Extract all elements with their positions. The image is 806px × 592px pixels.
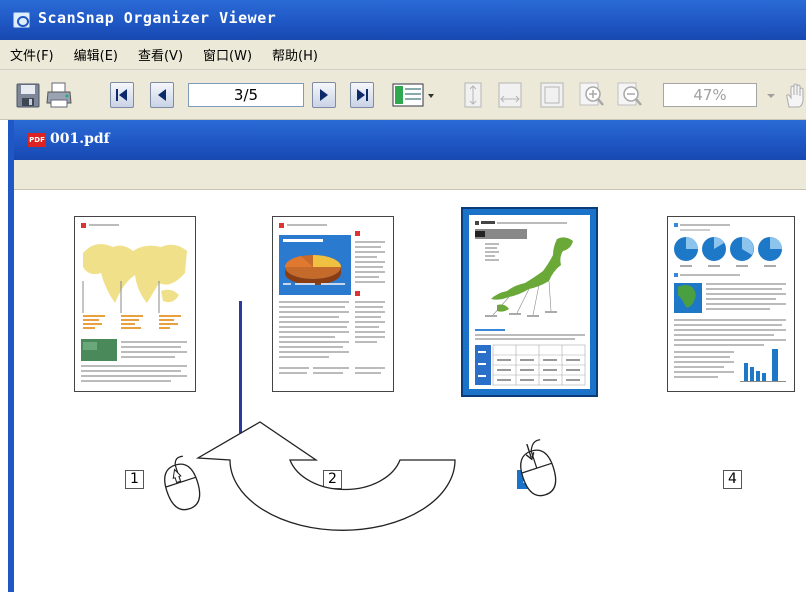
mouse-press-icon	[520, 439, 557, 497]
curved-move-arrow	[195, 421, 456, 531]
mouse-drop-icon	[164, 455, 201, 511]
instruction-overlay	[164, 421, 557, 531]
